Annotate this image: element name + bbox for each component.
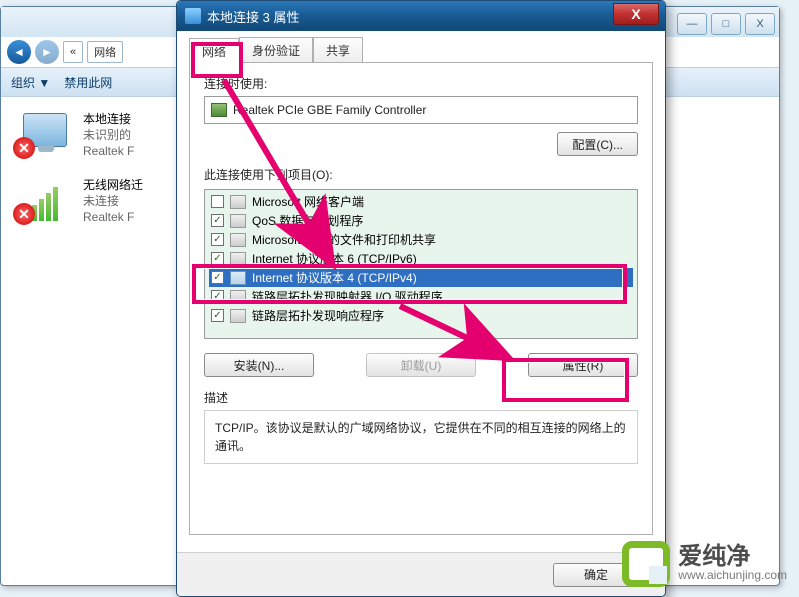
checkbox[interactable]: ✓ <box>211 290 224 303</box>
list-item-selected[interactable]: ✓Internet 协议版本 4 (TCP/IPv4) <box>209 268 633 287</box>
back-button[interactable]: ◄ <box>7 40 31 64</box>
checkbox[interactable] <box>211 195 224 208</box>
service-icon <box>230 233 246 247</box>
connection-items-list[interactable]: Microsoft 网络客户端 ✓QoS 数据包计划程序 ✓Microsoft … <box>204 189 638 339</box>
dialog-titlebar: 本地连接 3 属性 <box>177 1 665 31</box>
wifi-icon: ✕ <box>17 177 73 221</box>
protocol-icon <box>230 271 246 285</box>
forward-button[interactable]: ► <box>35 40 59 64</box>
list-item[interactable]: Microsoft 网络客户端 <box>209 192 633 211</box>
list-item[interactable]: ✓链路层拓扑发现映射器 I/O 驱动程序 <box>209 287 633 306</box>
install-button[interactable]: 安装(N)... <box>204 353 314 377</box>
protocol-icon <box>230 252 246 266</box>
adapter-icon <box>211 103 227 117</box>
net-status: 未连接 <box>83 193 143 209</box>
dialog-tabs: 网络 身份验证 共享 <box>189 37 653 63</box>
properties-button[interactable]: 属性(R) <box>528 353 638 377</box>
toolbar-disable[interactable]: 禁用此网 <box>64 74 112 91</box>
checkbox[interactable]: ✓ <box>211 233 224 246</box>
breadcrumb[interactable]: 网络 <box>87 41 123 63</box>
tab-pane: 连接时使用: Realtek PCIe GBE Family Controlle… <box>189 63 653 535</box>
net-device: Realtek F <box>83 209 143 225</box>
list-item[interactable]: ✓链路层拓扑发现响应程序 <box>209 306 633 325</box>
protocol-icon <box>230 290 246 304</box>
configure-button[interactable]: 配置(C)... <box>557 132 638 156</box>
checkbox[interactable]: ✓ <box>211 271 224 284</box>
checkbox[interactable]: ✓ <box>211 309 224 322</box>
network-icon <box>185 8 201 24</box>
minimize-button[interactable]: — <box>677 13 707 35</box>
description-label: 描述 <box>204 389 638 406</box>
window-controls: — □ X <box>677 9 779 35</box>
list-item[interactable]: ✓QoS 数据包计划程序 <box>209 211 633 230</box>
lan-icon: ✕ <box>17 111 73 155</box>
network-item-lan[interactable]: ✕ 本地连接 未识别的 Realtek F <box>17 111 177 159</box>
toolbar-organize[interactable]: 组织 ▼ <box>11 74 50 91</box>
maximize-button[interactable]: □ <box>711 13 741 35</box>
tab-authentication[interactable]: 身份验证 <box>239 37 313 62</box>
watermark: 爱纯净 www.aichunjing.com <box>622 541 787 587</box>
watermark-name: 爱纯净 <box>678 546 787 568</box>
network-connections-list: ✕ 本地连接 未识别的 Realtek F ✕ 无线网络迁 未连接 Realte… <box>17 111 177 243</box>
network-item-wifi[interactable]: ✕ 无线网络迁 未连接 Realtek F <box>17 177 177 225</box>
checkbox[interactable]: ✓ <box>211 252 224 265</box>
dialog-button-row: 确定 <box>177 552 665 596</box>
items-label: 此连接使用下列项目(O): <box>204 166 638 183</box>
net-status: 未识别的 <box>83 127 134 143</box>
protocol-icon <box>230 309 246 323</box>
close-button[interactable]: X <box>745 13 775 35</box>
net-device: Realtek F <box>83 143 134 159</box>
dialog-title: 本地连接 3 属性 <box>207 7 299 26</box>
connect-using-label: 连接时使用: <box>204 75 638 92</box>
breadcrumb-arrow[interactable]: « <box>63 41 83 63</box>
dialog-close-button[interactable]: X <box>613 3 659 25</box>
description-text: TCP/IP。该协议是默认的广域网络协议，它提供在不同的相互连接的网络上的通讯。 <box>204 410 638 464</box>
tab-sharing[interactable]: 共享 <box>313 37 363 62</box>
net-name: 无线网络迁 <box>83 177 143 193</box>
list-item[interactable]: ✓Internet 协议版本 6 (TCP/IPv6) <box>209 249 633 268</box>
watermark-url: www.aichunjing.com <box>678 568 787 582</box>
service-icon <box>230 214 246 228</box>
tab-network[interactable]: 网络 <box>189 38 239 63</box>
adapter-name: Realtek PCIe GBE Family Controller <box>233 103 426 117</box>
uninstall-button: 卸载(U) <box>366 353 476 377</box>
net-name: 本地连接 <box>83 111 134 127</box>
adapter-field[interactable]: Realtek PCIe GBE Family Controller <box>204 96 638 124</box>
client-icon <box>230 195 246 209</box>
watermark-logo-icon <box>622 541 670 587</box>
properties-dialog: 本地连接 3 属性 X 网络 身份验证 共享 连接时使用: Realtek PC… <box>176 0 666 597</box>
list-item[interactable]: ✓Microsoft 网络的文件和打印机共享 <box>209 230 633 249</box>
checkbox[interactable]: ✓ <box>211 214 224 227</box>
